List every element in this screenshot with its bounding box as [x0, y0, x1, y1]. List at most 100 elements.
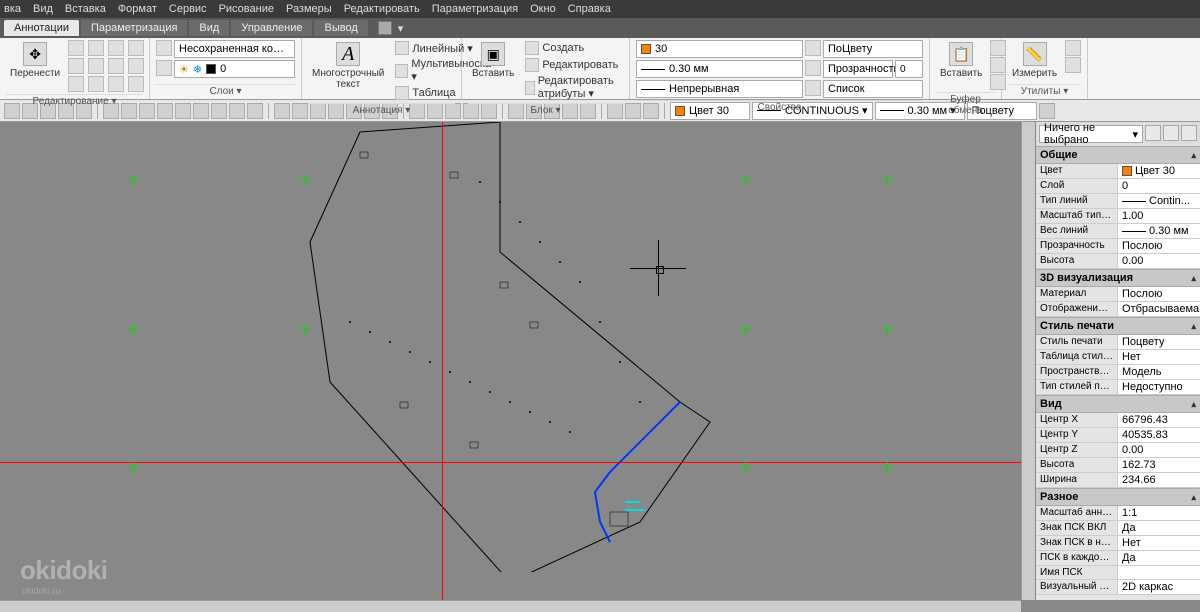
linetype-combo[interactable]: Непрерывная: [636, 80, 803, 98]
prop-value[interactable]: Послою: [1118, 287, 1200, 301]
menu-item[interactable]: Рисование: [219, 3, 274, 15]
eyedropper-icon[interactable]: [805, 40, 821, 56]
prop-value[interactable]: Недоступно: [1118, 380, 1200, 394]
prop-section-header[interactable]: Стиль печати▴: [1036, 317, 1200, 335]
prop-row[interactable]: Стиль печатиПоцвету: [1036, 335, 1200, 350]
prop-value[interactable]: Цвет 30: [1118, 164, 1200, 178]
prop-row[interactable]: Центр Z0.00: [1036, 443, 1200, 458]
prop-row[interactable]: Вес линий0.30 мм: [1036, 224, 1200, 239]
plotcolor-combo[interactable]: ПоЦвету: [823, 40, 923, 58]
pickadd-icon[interactable]: [1163, 125, 1179, 141]
tool-icon[interactable]: [247, 103, 263, 119]
prop-value[interactable]: Поцвету: [1118, 335, 1200, 349]
util-icon[interactable]: [1065, 40, 1081, 56]
prop-value[interactable]: Нет: [1118, 536, 1200, 550]
prop-value[interactable]: 2D каркас: [1118, 580, 1200, 594]
ribbon-extra-icon[interactable]: [378, 21, 392, 35]
measure-button[interactable]: 📏 Измерить: [1008, 40, 1061, 81]
panel-title-clipboard[interactable]: Буфер обмена: [936, 92, 995, 116]
menu-item[interactable]: Размеры: [286, 3, 332, 15]
prop-value[interactable]: 1.00: [1118, 209, 1200, 223]
quickselect-icon[interactable]: [1145, 125, 1161, 141]
lineweight-combo[interactable]: 0.30 мм: [636, 60, 803, 78]
prop-row[interactable]: Имя ПСК: [1036, 566, 1200, 580]
prop-row[interactable]: Масштаб аннота...1:1: [1036, 506, 1200, 521]
layer-props-icon[interactable]: [156, 40, 172, 56]
prop-row[interactable]: ПрозрачностьПослою: [1036, 239, 1200, 254]
prop-value[interactable]: 0.00: [1118, 443, 1200, 457]
prop-row[interactable]: Таблица стилей ...Нет: [1036, 350, 1200, 365]
menu-item[interactable]: Справка: [568, 3, 611, 15]
menu-item[interactable]: Окно: [530, 3, 556, 15]
prop-row[interactable]: Тип стилей печатиНедоступно: [1036, 380, 1200, 395]
extend-icon[interactable]: [128, 40, 144, 56]
create-block-button[interactable]: Создать: [522, 40, 623, 56]
menu-item[interactable]: Вставка: [65, 3, 106, 15]
tab-parametrization[interactable]: Параметризация: [81, 20, 187, 36]
prop-row[interactable]: Высота0.00: [1036, 254, 1200, 269]
prop-row[interactable]: Знак ПСК в нач. ...Нет: [1036, 536, 1200, 551]
tab-annotations[interactable]: Аннотации: [4, 20, 79, 36]
tool-icon[interactable]: [274, 103, 290, 119]
insert-block-button[interactable]: ▣ Вставить: [468, 40, 518, 81]
prop-row[interactable]: Отображение те...Отбрасываема...: [1036, 302, 1200, 317]
panel-title-layers[interactable]: Слои ▾: [156, 84, 295, 97]
selectobj-icon[interactable]: [1181, 125, 1197, 141]
prop-row[interactable]: ПСК в каждом В...Да: [1036, 551, 1200, 566]
move-button[interactable]: ✥ Перенести: [6, 40, 64, 81]
menu-item[interactable]: вка: [4, 3, 21, 15]
fillet-icon[interactable]: [108, 58, 124, 74]
panel-title-annotation[interactable]: Аннотация ▾: [308, 103, 455, 116]
tab-view[interactable]: Вид: [189, 20, 229, 36]
tool-icon[interactable]: [157, 103, 173, 119]
panel-title-block[interactable]: Блок ▾: [468, 103, 623, 116]
prop-section-header[interactable]: 3D визуализация▴: [1036, 269, 1200, 287]
tool-icon[interactable]: [193, 103, 209, 119]
prop-value[interactable]: Модель: [1118, 365, 1200, 379]
prop-value[interactable]: Да: [1118, 521, 1200, 535]
list-icon[interactable]: [805, 80, 821, 96]
prop-value[interactable]: [1118, 566, 1200, 579]
scrollbar-horizontal[interactable]: [0, 600, 1021, 612]
erase-icon[interactable]: [128, 76, 144, 92]
prop-section-header[interactable]: Общие▴: [1036, 146, 1200, 164]
prop-row[interactable]: Ширина234.66: [1036, 473, 1200, 488]
scrollbar-vertical[interactable]: [1021, 122, 1035, 600]
prop-value[interactable]: Да: [1118, 551, 1200, 565]
prop-value[interactable]: 40535.83: [1118, 428, 1200, 442]
panel-title-edit[interactable]: Редактирование ▾: [6, 94, 143, 107]
prop-row[interactable]: Визуальный стиль2D каркас: [1036, 580, 1200, 595]
layer-icon[interactable]: [156, 60, 172, 76]
menu-item[interactable]: Редактировать: [344, 3, 420, 15]
prop-row[interactable]: Масштаб типа л...1.00: [1036, 209, 1200, 224]
prop-value[interactable]: Нет: [1118, 350, 1200, 364]
drawing-canvas[interactable]: [0, 122, 1200, 612]
list-button[interactable]: Список: [823, 80, 923, 98]
prop-value[interactable]: Contin...: [1118, 194, 1200, 208]
paste-button[interactable]: 📋 Вставить: [936, 40, 986, 81]
trim-icon[interactable]: [108, 40, 124, 56]
prop-section-header[interactable]: Вид▴: [1036, 395, 1200, 413]
transparency-icon[interactable]: [805, 60, 821, 76]
menu-item[interactable]: Сервис: [169, 3, 207, 15]
tool-icon[interactable]: [292, 103, 308, 119]
tab-output[interactable]: Вывод: [314, 20, 367, 36]
menu-item[interactable]: Параметризация: [432, 3, 518, 15]
menu-item[interactable]: Вид: [33, 3, 53, 15]
transparency-input[interactable]: [895, 60, 923, 78]
util-icon[interactable]: [1065, 57, 1081, 73]
edit-attr-button[interactable]: Редактировать атрибуты ▾: [522, 74, 623, 101]
panel-title-utilities[interactable]: Утилиты ▾: [1008, 84, 1081, 97]
prop-row[interactable]: ЦветЦвет 30: [1036, 164, 1200, 179]
prop-value[interactable]: 234.66: [1118, 473, 1200, 487]
prop-value[interactable]: 0.30 мм: [1118, 224, 1200, 238]
tool-icon[interactable]: [1039, 103, 1055, 119]
prop-value[interactable]: 66796.43: [1118, 413, 1200, 427]
prop-row[interactable]: Центр X66796.43: [1036, 413, 1200, 428]
tab-manage[interactable]: Управление: [231, 20, 312, 36]
panel-title-properties[interactable]: Свойства: [636, 100, 923, 113]
tool-icon[interactable]: [229, 103, 245, 119]
stretch-icon[interactable]: [68, 76, 84, 92]
prop-row[interactable]: Высота162.73: [1036, 458, 1200, 473]
prop-value[interactable]: 1:1: [1118, 506, 1200, 520]
